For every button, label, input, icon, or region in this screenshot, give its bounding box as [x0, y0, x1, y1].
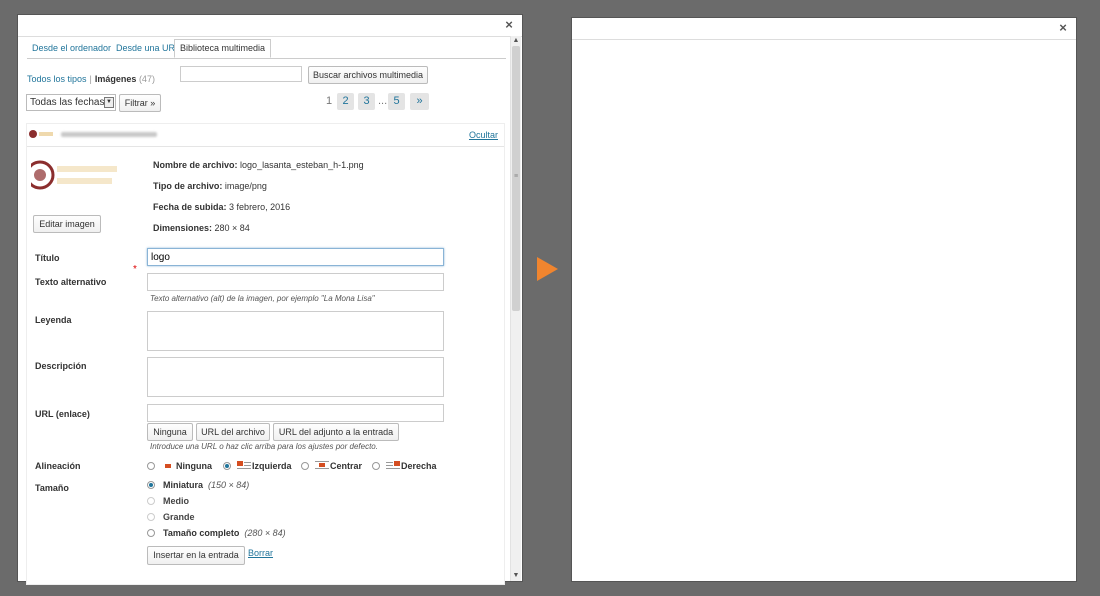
- tab-media-library[interactable]: Biblioteca multimedia: [174, 39, 272, 58]
- page-ellipsis: ...: [378, 95, 388, 107]
- size-large-label: Grande: [163, 512, 195, 522]
- caption-field[interactable]: [147, 311, 444, 351]
- required-mark: *: [133, 264, 137, 275]
- dates-select-value: Todas las fechas: [30, 97, 105, 108]
- align-right-icon: [386, 461, 400, 469]
- media-search-input[interactable]: [180, 66, 302, 82]
- filter-separator: |: [89, 74, 92, 84]
- filter-all-types-link[interactable]: Todos los tipos: [27, 74, 87, 84]
- size-medium-label: Medio: [163, 496, 189, 506]
- images-count: (47): [138, 74, 155, 84]
- media-dialog-after: ×: [571, 17, 1077, 582]
- description-field[interactable]: [147, 357, 444, 397]
- alt-text-label: Texto alternativo: [35, 277, 107, 287]
- size-full-radio[interactable]: [147, 529, 155, 537]
- size-full-label: Tamaño completo (280 × 84): [163, 528, 286, 538]
- page-link-2[interactable]: 2: [337, 93, 354, 110]
- align-none-radio[interactable]: [147, 462, 155, 470]
- align-left-icon: [237, 461, 251, 469]
- media-item-header: Ocultar: [27, 124, 504, 147]
- align-right-label: Derecha: [401, 461, 437, 471]
- meta-filetype: Tipo de archivo: image/png: [153, 181, 267, 191]
- align-right-radio[interactable]: [372, 462, 380, 470]
- size-medium-radio: [147, 497, 155, 505]
- image-thumbnail: [31, 160, 117, 190]
- url-none-button[interactable]: Ninguna: [147, 423, 193, 441]
- page-current: 1: [326, 95, 333, 107]
- scroll-down-icon[interactable]: ▼: [511, 571, 521, 581]
- align-center-label: Centrar: [330, 461, 363, 471]
- type-filter: Todos los tipos | Imágenes (47): [27, 74, 155, 84]
- page-next-link[interactable]: »: [410, 93, 429, 110]
- dialog-titlebar: ×: [18, 15, 522, 37]
- meta-dimensions: Dimensiones: 280 × 84: [153, 223, 250, 233]
- meta-filename: Nombre de archivo: logo_lasanta_esteban_…: [153, 160, 364, 170]
- media-dialog-before: × Desde el ordenador Desde una URL Bibli…: [17, 14, 523, 585]
- url-field[interactable]: [147, 404, 444, 422]
- url-attachment-button[interactable]: URL del adjunto a la entrada: [273, 423, 399, 441]
- filter-button[interactable]: Filtrar »: [119, 94, 161, 112]
- tab-from-computer[interactable]: Desde el ordenador: [27, 40, 116, 57]
- chevron-down-icon: ▼: [104, 97, 114, 108]
- title-field[interactable]: [147, 248, 444, 266]
- caption-label: Leyenda: [35, 315, 72, 325]
- align-left-label: Izquierda: [252, 461, 292, 471]
- meta-upload-date: Fecha de subida: 3 febrero, 2016: [153, 202, 291, 212]
- align-none-icon: [162, 462, 176, 470]
- dates-select[interactable]: Todas las fechas ▼: [26, 94, 116, 111]
- media-item: Ocultar Nombre de archivo: logo_lasanta_…: [26, 123, 505, 585]
- page-link-3[interactable]: 3: [358, 93, 375, 110]
- play-arrow-icon: [537, 257, 558, 281]
- close-icon[interactable]: ×: [502, 18, 516, 32]
- edit-image-button[interactable]: Editar imagen: [33, 215, 101, 233]
- size-label: Tamaño: [35, 483, 69, 493]
- alt-text-help: Texto alternativo (alt) de la imagen, po…: [150, 294, 375, 303]
- align-left-radio[interactable]: [223, 462, 231, 470]
- alignment-label: Alineación: [35, 461, 81, 471]
- size-large-radio: [147, 513, 155, 521]
- description-label: Descripción: [35, 361, 87, 371]
- size-thumbnail-radio[interactable]: [147, 481, 155, 489]
- thumbnail-mini-image: [29, 130, 53, 138]
- url-label: URL (enlace): [35, 409, 90, 419]
- hide-link[interactable]: Ocultar: [469, 130, 498, 140]
- scroll-up-icon[interactable]: ▲: [511, 36, 521, 46]
- alt-text-field[interactable]: [147, 273, 444, 291]
- blurred-filename: [61, 132, 157, 137]
- delete-link[interactable]: Borrar: [248, 548, 273, 558]
- media-tabs: Desde el ordenador Desde una URL Bibliot…: [27, 38, 506, 59]
- dialog-titlebar-right: ×: [572, 18, 1076, 40]
- search-media-button[interactable]: Buscar archivos multimedia: [308, 66, 428, 84]
- url-file-button[interactable]: URL del archivo: [196, 423, 270, 441]
- size-thumbnail-label: Miniatura (150 × 84): [163, 480, 250, 490]
- align-center-radio[interactable]: [301, 462, 309, 470]
- scroll-grip-icon: ≡: [514, 173, 519, 180]
- align-none-label: Ninguna: [176, 461, 212, 471]
- insert-into-post-button[interactable]: Insertar en la entrada: [147, 546, 245, 565]
- title-label: Título: [35, 253, 60, 263]
- url-help: Introduce una URL o haz clic arriba para…: [150, 442, 378, 451]
- vertical-scrollbar[interactable]: ▲ ≡ ▼: [510, 36, 521, 581]
- align-center-icon: [315, 461, 329, 469]
- page-link-5[interactable]: 5: [388, 93, 405, 110]
- close-icon[interactable]: ×: [1056, 21, 1070, 35]
- filter-images-current: Imágenes: [94, 74, 137, 84]
